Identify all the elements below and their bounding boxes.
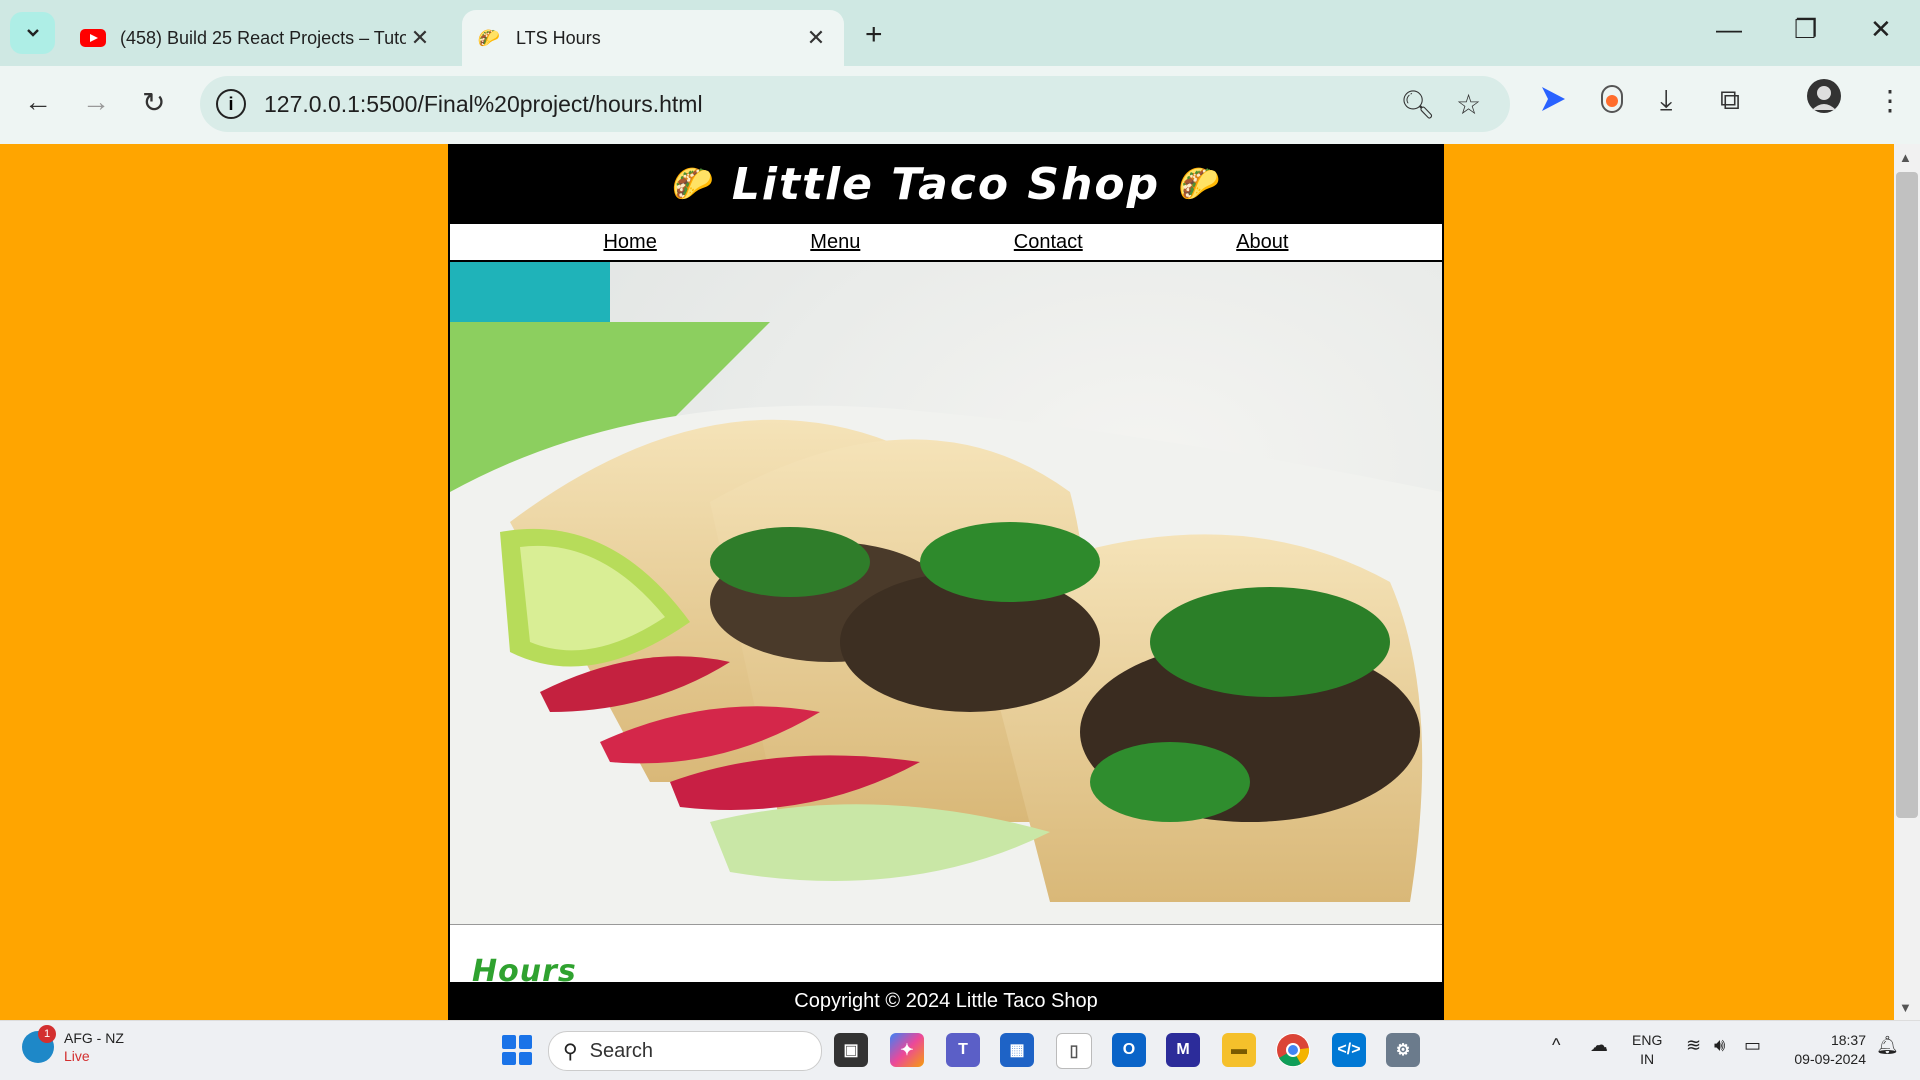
notification-bell-icon[interactable]: 🔔︎: [1876, 1035, 1899, 1056]
copyright-text: Copyright © 2024 Little Taco Shop: [794, 989, 1098, 1012]
tab-lts-hours[interactable]: 🌮 LTS Hours ✕: [462, 10, 844, 66]
taco-icon: 🌮: [1178, 165, 1221, 203]
hero-tacos-image: [450, 262, 1442, 925]
weather-widget[interactable]: 1 AFG - NZ Live: [22, 1025, 124, 1065]
nav-about-link[interactable]: About: [1236, 231, 1288, 254]
bookmark-star-icon[interactable]: ☆: [1456, 88, 1481, 121]
tab-youtube[interactable]: (458) Build 25 React Projects – Tuto ✕: [66, 10, 448, 66]
region-code: IN: [1640, 1051, 1655, 1067]
cricket-icon: 1: [22, 1025, 56, 1063]
extensions-puzzle-icon[interactable]: ⧉: [1720, 84, 1740, 117]
profile-avatar[interactable]: [1806, 78, 1842, 121]
nav-home-link[interactable]: Home: [603, 231, 656, 254]
kebab-menu-icon[interactable]: ⋮: [1876, 84, 1904, 117]
site-container: 🌮 Little Taco Shop 🌮 Home Menu Contact A…: [448, 144, 1444, 1020]
browser-tab-bar: (458) Build 25 React Projects – Tuto ✕ 🌮…: [0, 0, 1920, 66]
scroll-up-icon[interactable]: ▲: [1899, 150, 1912, 165]
time-text: 18:37: [1830, 1032, 1866, 1048]
nav-menu-link[interactable]: Menu: [810, 231, 860, 254]
wifi-icon[interactable]: ≋: [1686, 1035, 1701, 1056]
copilot-icon[interactable]: ✦: [890, 1033, 924, 1067]
teams-icon[interactable]: T: [946, 1033, 980, 1067]
close-tab-icon[interactable]: ✕: [802, 25, 830, 51]
widget-status: Live: [64, 1048, 90, 1064]
clock[interactable]: 18:37 09-09-2024: [1786, 1031, 1866, 1069]
forward-icon[interactable]: →: [82, 86, 110, 118]
windows-start-icon[interactable]: [502, 1035, 532, 1065]
scroll-down-icon[interactable]: ▼: [1899, 1000, 1912, 1015]
site-header: 🌮 Little Taco Shop 🌮: [450, 144, 1442, 224]
task-view-icon[interactable]: ▣: [834, 1033, 868, 1067]
language-indicator[interactable]: ENG IN: [1632, 1031, 1662, 1069]
battery-icon[interactable]: ▭: [1744, 1035, 1761, 1056]
onedrive-cloud-icon[interactable]: ☁: [1590, 1035, 1608, 1056]
search-icon: ⚲: [563, 1040, 578, 1063]
address-bar[interactable]: i 127.0.0.1:5500/Final%20project/hours.h…: [200, 76, 1510, 132]
editor-app-icon[interactable]: M: [1166, 1033, 1200, 1067]
site-nav: Home Menu Contact About: [450, 224, 1442, 262]
restore-icon[interactable]: ❐: [1794, 14, 1817, 45]
tab-search-button[interactable]: [10, 12, 55, 54]
tab-title: LTS Hours: [516, 27, 601, 48]
back-icon[interactable]: ←: [24, 86, 52, 118]
taco-icon: 🌮: [477, 27, 501, 48]
extension-arrow-icon[interactable]: [1538, 84, 1568, 121]
vscode-icon[interactable]: </>: [1332, 1033, 1366, 1067]
taco-icon: 🌮: [671, 165, 714, 203]
widget-title: AFG - NZ: [64, 1030, 124, 1046]
browser-toolbar: ← → ↻ i 127.0.0.1:5500/Final%20project/h…: [0, 66, 1920, 144]
search-placeholder: Search: [589, 1039, 654, 1062]
page-viewport: 🌮 Little Taco Shop 🌮 Home Menu Contact A…: [0, 144, 1894, 1020]
date-text: 09-09-2024: [1794, 1051, 1866, 1067]
new-tab-button[interactable]: +: [865, 18, 883, 52]
outlook-icon[interactable]: O: [1112, 1033, 1146, 1067]
close-tab-icon[interactable]: ✕: [406, 25, 434, 51]
youtube-icon: [80, 27, 106, 49]
chevron-down-icon: [26, 29, 39, 37]
zoom-icon[interactable]: 🔍︎: [1400, 88, 1436, 121]
minimize-icon[interactable]: —: [1716, 14, 1742, 45]
settings-gear-icon[interactable]: ⚙: [1386, 1033, 1420, 1067]
site-footer: Copyright © 2024 Little Taco Shop: [450, 982, 1442, 1020]
store-icon[interactable]: ▦: [1000, 1033, 1034, 1067]
extension-record-icon[interactable]: [1600, 84, 1624, 121]
taskbar-search[interactable]: ⚲ Search: [548, 1031, 822, 1071]
nav-contact-link[interactable]: Contact: [1014, 231, 1083, 254]
site-info-icon[interactable]: i: [216, 89, 246, 119]
notepad-icon[interactable]: ▯: [1056, 1033, 1092, 1069]
close-window-icon[interactable]: ✕: [1870, 14, 1892, 45]
notification-badge: 1: [38, 1025, 56, 1043]
language-code: ENG: [1632, 1032, 1663, 1048]
chevron-up-icon[interactable]: ^: [1552, 1035, 1560, 1056]
reload-icon[interactable]: ↻: [142, 86, 165, 119]
url-text: 127.0.0.1:5500/Final%20project/hours.htm…: [264, 90, 703, 117]
file-explorer-icon[interactable]: ▬: [1222, 1033, 1256, 1067]
download-icon[interactable]: ⤓: [1660, 84, 1672, 117]
volume-icon[interactable]: 🔊︎: [1714, 1035, 1725, 1056]
chrome-icon[interactable]: [1276, 1033, 1310, 1067]
scrollbar-thumb[interactable]: [1896, 172, 1918, 818]
site-title: Little Taco Shop: [731, 158, 1161, 210]
windows-taskbar: 1 AFG - NZ Live ⚲ Search ▣ ✦ T ▦ ▯ O M ▬…: [0, 1020, 1920, 1080]
tab-title: (458) Build 25 React Projects – Tuto: [120, 27, 406, 48]
